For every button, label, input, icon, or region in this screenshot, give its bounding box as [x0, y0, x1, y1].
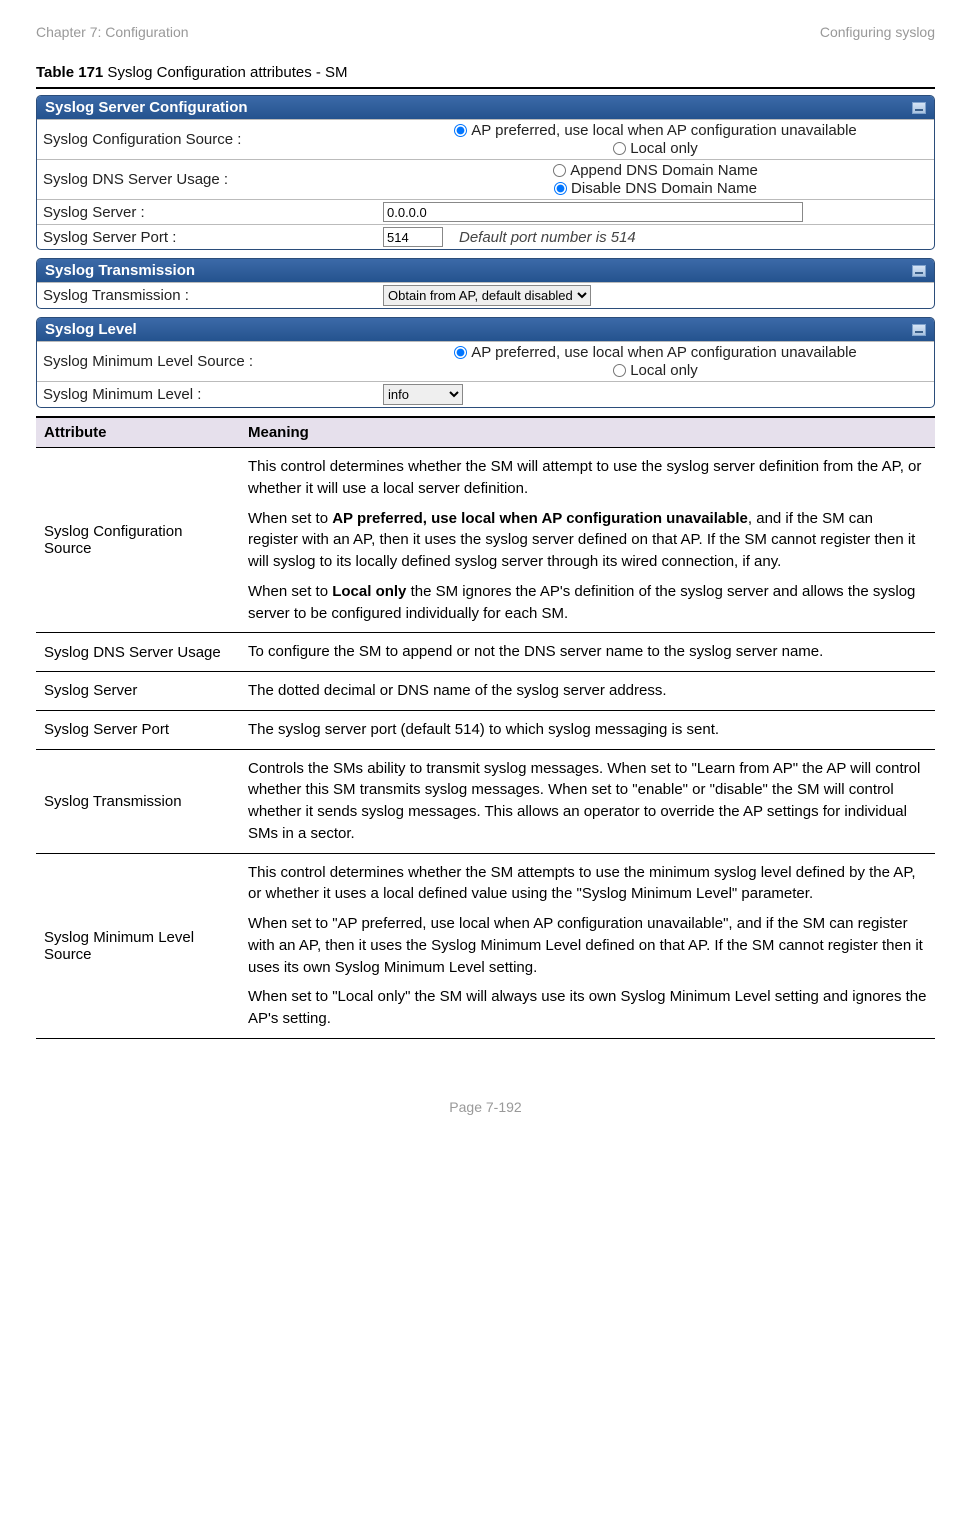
radio-append-dns[interactable]: Append DNS Domain Name	[553, 162, 758, 179]
radio-input[interactable]	[553, 164, 566, 177]
radio-label: Local only	[630, 362, 698, 379]
attr-meaning: The dotted decimal or DNS name of the sy…	[240, 672, 935, 710]
radio-label: Append DNS Domain Name	[570, 162, 758, 179]
attr-name: Syslog Server	[36, 672, 240, 710]
syslog-port-row: Syslog Server Port : Default port number…	[37, 224, 934, 249]
table-header: Attribute Meaning	[36, 418, 935, 448]
table-row: Syslog Configuration Source This control…	[36, 448, 935, 633]
syslog-level-box: Syslog Level Syslog Minimum Level Source…	[36, 317, 935, 408]
table-row: Syslog Server Port The syslog server por…	[36, 711, 935, 750]
radio-label: Disable DNS Domain Name	[571, 180, 757, 197]
meaning-p: When set to "Local only" the SM will alw…	[248, 986, 927, 1030]
minimize-icon[interactable]	[912, 265, 926, 277]
row-label: Syslog Configuration Source :	[43, 131, 383, 148]
attr-name: Syslog Configuration Source	[36, 448, 240, 632]
attr-meaning: Controls the SMs ability to transmit sys…	[240, 750, 935, 853]
syslog-transmission-box: Syslog Transmission Syslog Transmission …	[36, 258, 935, 309]
attr-meaning: The syslog server port (default 514) to …	[240, 711, 935, 749]
box-title-text: Syslog Level	[45, 321, 137, 338]
page-footer: Page 7-192	[36, 1099, 935, 1115]
attr-meaning: This control determines whether the SM a…	[240, 854, 935, 1038]
min-level-select[interactable]: info	[383, 384, 463, 405]
meaning-p: This control determines whether the SM w…	[248, 456, 927, 500]
table-row: Syslog Minimum Level Source This control…	[36, 854, 935, 1038]
transmission-row: Syslog Transmission : Obtain from AP, de…	[37, 282, 934, 308]
port-hint: Default port number is 514	[459, 229, 636, 246]
row-value: Obtain from AP, default disabled	[383, 285, 928, 306]
header-right: Configuring syslog	[820, 24, 935, 40]
radio-ap-preferred[interactable]: AP preferred, use local when AP configur…	[454, 122, 857, 139]
radio-label: AP preferred, use local when AP configur…	[471, 344, 857, 361]
header-attribute: Attribute	[36, 418, 240, 447]
meaning-p: When set to AP preferred, use local when…	[248, 508, 927, 573]
syslog-server-row: Syslog Server :	[37, 199, 934, 224]
transmission-select[interactable]: Obtain from AP, default disabled	[383, 285, 591, 306]
radio-input[interactable]	[554, 182, 567, 195]
attr-name: Syslog Transmission	[36, 750, 240, 853]
box-title: Syslog Transmission	[37, 259, 934, 282]
meaning-p: This control determines whether the SM a…	[248, 862, 927, 906]
min-level-source-row: Syslog Minimum Level Source : AP preferr…	[37, 341, 934, 381]
caption-rest: Syslog Configuration attributes - SM	[103, 64, 347, 81]
meaning-p: The dotted decimal or DNS name of the sy…	[248, 680, 927, 702]
row-value: AP preferred, use local when AP configur…	[383, 122, 928, 157]
min-level-row: Syslog Minimum Level : info	[37, 381, 934, 407]
radio-input[interactable]	[454, 346, 467, 359]
row-label: Syslog Minimum Level Source :	[43, 353, 383, 370]
box-title-text: Syslog Transmission	[45, 262, 195, 279]
header-meaning: Meaning	[240, 418, 935, 447]
page-header: Chapter 7: Configuration Configuring sys…	[36, 24, 935, 40]
syslog-port-input[interactable]	[383, 227, 443, 247]
syslog-server-input[interactable]	[383, 202, 803, 222]
header-left: Chapter 7: Configuration	[36, 24, 189, 40]
attr-name: Syslog Server Port	[36, 711, 240, 749]
radio-local-only[interactable]: Local only	[613, 140, 698, 157]
table-row: Syslog Transmission Controls the SMs abi…	[36, 750, 935, 854]
radio-disable-dns[interactable]: Disable DNS Domain Name	[554, 180, 757, 197]
minimize-icon[interactable]	[912, 324, 926, 336]
attr-meaning: This control determines whether the SM w…	[240, 448, 935, 632]
meaning-p: When set to "AP preferred, use local whe…	[248, 913, 927, 978]
row-value: AP preferred, use local when AP configur…	[383, 344, 928, 379]
radio-label: AP preferred, use local when AP configur…	[471, 122, 857, 139]
radio-label: Local only	[630, 140, 698, 157]
box-title: Syslog Level	[37, 318, 934, 341]
row-value: info	[383, 384, 928, 405]
radio-input[interactable]	[454, 124, 467, 137]
row-label: Syslog Minimum Level :	[43, 386, 383, 403]
box-title-text: Syslog Server Configuration	[45, 99, 248, 116]
meaning-p: To configure the SM to append or not the…	[248, 641, 927, 663]
syslog-server-config-box: Syslog Server Configuration Syslog Confi…	[36, 95, 935, 250]
row-label: Syslog DNS Server Usage :	[43, 171, 383, 188]
attr-name: Syslog Minimum Level Source	[36, 854, 240, 1038]
meaning-p: The syslog server port (default 514) to …	[248, 719, 927, 741]
meaning-p: When set to Local only the SM ignores th…	[248, 581, 927, 625]
table-caption: Table 171 Syslog Configuration attribute…	[36, 64, 935, 81]
radio-input[interactable]	[613, 364, 626, 377]
attr-meaning: To configure the SM to append or not the…	[240, 633, 935, 671]
minimize-icon[interactable]	[912, 102, 926, 114]
table-row: Syslog Server The dotted decimal or DNS …	[36, 672, 935, 711]
attribute-table: Attribute Meaning Syslog Configuration S…	[36, 416, 935, 1039]
row-value: Append DNS Domain Name Disable DNS Domai…	[383, 162, 928, 197]
meaning-p: Controls the SMs ability to transmit sys…	[248, 758, 927, 845]
row-value	[383, 202, 928, 222]
radio-ap-preferred[interactable]: AP preferred, use local when AP configur…	[454, 344, 857, 361]
attr-name: Syslog DNS Server Usage	[36, 633, 240, 671]
radio-local-only[interactable]: Local only	[613, 362, 698, 379]
config-source-row: Syslog Configuration Source : AP preferr…	[37, 119, 934, 159]
row-value: Default port number is 514	[383, 227, 928, 247]
row-label: Syslog Transmission :	[43, 287, 383, 304]
radio-input[interactable]	[613, 142, 626, 155]
row-label: Syslog Server :	[43, 204, 383, 221]
row-label: Syslog Server Port :	[43, 229, 383, 246]
table-row: Syslog DNS Server Usage To configure the…	[36, 633, 935, 672]
figure-wrap: Syslog Server Configuration Syslog Confi…	[36, 87, 935, 1039]
dns-usage-row: Syslog DNS Server Usage : Append DNS Dom…	[37, 159, 934, 199]
caption-bold: Table 171	[36, 64, 103, 81]
box-title: Syslog Server Configuration	[37, 96, 934, 119]
